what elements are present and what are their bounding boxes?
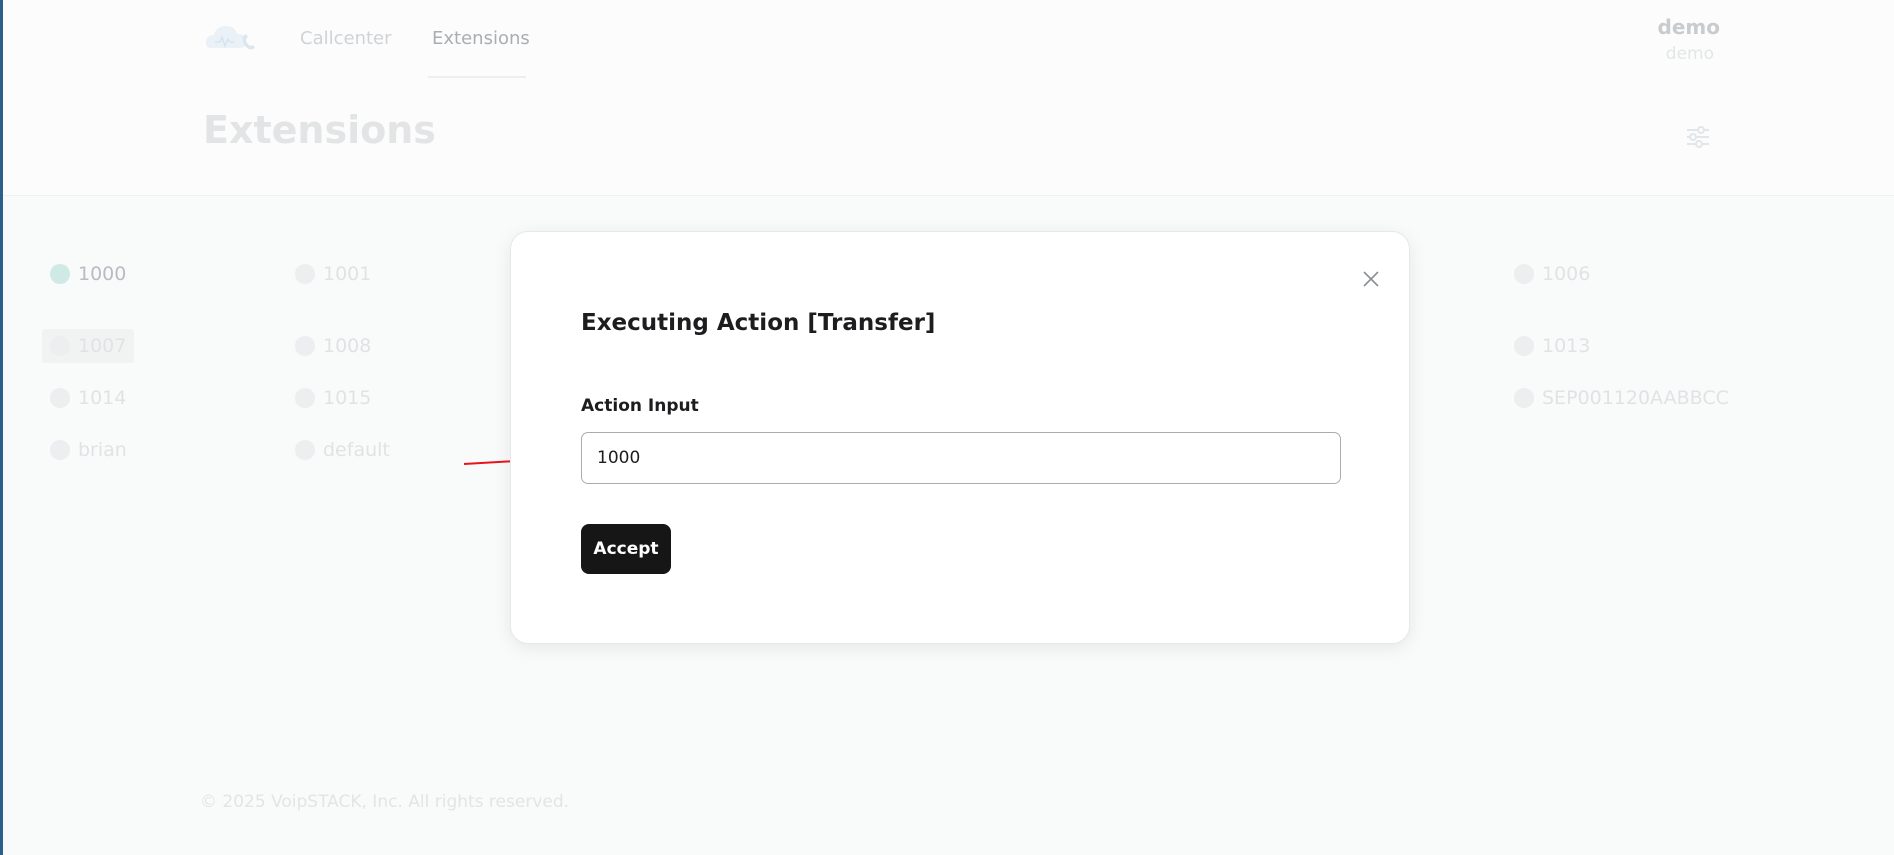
nav-callcenter[interactable]: Callcenter bbox=[300, 28, 392, 49]
user-status-icon bbox=[50, 336, 70, 356]
user-status-icon bbox=[50, 440, 70, 460]
user-name[interactable]: demo bbox=[1658, 15, 1720, 39]
extension-label: 1013 bbox=[1542, 335, 1591, 357]
user-status-icon bbox=[295, 440, 315, 460]
action-modal: Executing Action [Transfer] Action Input… bbox=[510, 231, 1410, 644]
extension-item[interactable]: default bbox=[295, 439, 390, 461]
extension-label: SEP001120AABBCC bbox=[1542, 387, 1729, 409]
user-status-icon bbox=[295, 336, 315, 356]
extension-label: 1014 bbox=[78, 387, 127, 409]
extension-item[interactable]: brian bbox=[50, 439, 127, 461]
filter-settings-icon[interactable] bbox=[1685, 125, 1711, 149]
user-status-icon bbox=[295, 264, 315, 284]
page-title: Extensions bbox=[203, 108, 436, 152]
close-icon[interactable] bbox=[1361, 269, 1381, 289]
extension-label: 1008 bbox=[323, 335, 372, 357]
user-status-icon bbox=[1514, 388, 1534, 408]
nav-active-indicator bbox=[428, 76, 526, 78]
extension-item[interactable]: 1013 bbox=[1514, 335, 1590, 357]
extension-item[interactable]: 1007 bbox=[42, 329, 135, 363]
modal-title: Executing Action [Transfer] bbox=[581, 310, 936, 336]
extension-label: default bbox=[323, 439, 390, 461]
extension-item[interactable]: 1000 bbox=[50, 263, 126, 285]
header: Callcenter Extensions demo demo Extensio… bbox=[3, 0, 1894, 196]
user-status-icon bbox=[295, 388, 315, 408]
user-status-icon bbox=[50, 264, 70, 284]
cloud-phone-logo-icon bbox=[205, 26, 255, 50]
extension-label: 1007 bbox=[78, 335, 127, 357]
user-status-icon bbox=[50, 388, 70, 408]
action-input-label: Action Input bbox=[581, 396, 699, 416]
extension-item[interactable]: 1006 bbox=[1514, 263, 1590, 285]
action-input[interactable] bbox=[581, 432, 1341, 484]
extension-label: 1006 bbox=[1542, 263, 1591, 285]
extension-label: brian bbox=[78, 439, 127, 461]
extension-item[interactable]: 1015 bbox=[295, 387, 371, 409]
extension-label: 1001 bbox=[323, 263, 372, 285]
extension-item[interactable]: 1014 bbox=[50, 387, 126, 409]
extension-label: 1000 bbox=[78, 263, 127, 285]
extension-item[interactable]: 1008 bbox=[295, 335, 371, 357]
extension-item[interactable]: SEP001120AABBCC bbox=[1514, 387, 1729, 409]
nav-extensions[interactable]: Extensions bbox=[432, 28, 530, 49]
footer-copyright: © 2025 VoipSTACK, Inc. All rights reserv… bbox=[200, 792, 570, 812]
user-status-icon bbox=[1514, 264, 1534, 284]
user-domain: demo bbox=[1665, 44, 1714, 64]
user-status-icon bbox=[1514, 336, 1534, 356]
extension-item[interactable]: 1001 bbox=[295, 263, 371, 285]
extension-label: 1015 bbox=[323, 387, 372, 409]
accept-button[interactable]: Accept bbox=[581, 524, 671, 574]
